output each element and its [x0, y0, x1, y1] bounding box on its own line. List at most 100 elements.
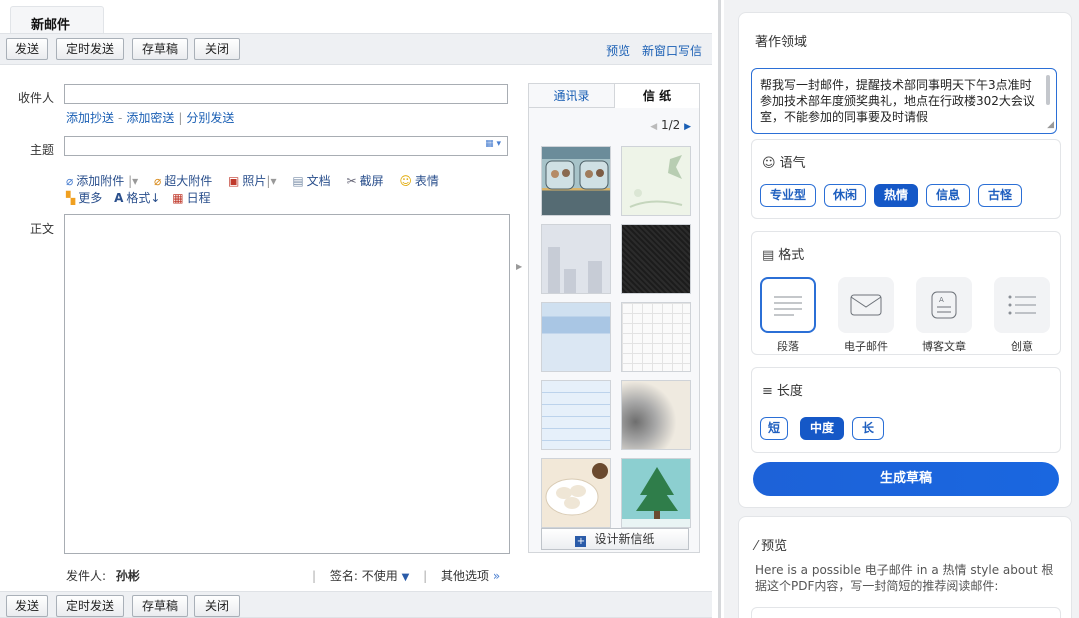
tone-chip-quirky[interactable]: 古怪	[978, 184, 1022, 207]
tone-chip-informational[interactable]: 信息	[926, 184, 970, 207]
length-chip-long[interactable]: 长	[852, 417, 884, 440]
format-label-blog: 博客文章	[922, 340, 966, 353]
scheduled-send-button[interactable]: 定时发送	[56, 38, 124, 60]
save-draft-button[interactable]: 存草稿	[132, 38, 188, 60]
generate-draft-button[interactable]: 生成草稿	[753, 462, 1059, 496]
signature-select[interactable]: 不使用	[362, 569, 398, 583]
cc-links: 添加抄送 - 添加密送 | 分别发送	[66, 111, 235, 125]
new-mail-tab[interactable]: 新邮件	[10, 6, 104, 34]
tone-chip-professional[interactable]: 专业型	[760, 184, 816, 207]
stationery-thumb-city[interactable]	[541, 224, 611, 294]
more-button[interactable]: ▚ 更多	[66, 189, 102, 206]
bird-branch-icon	[629, 155, 683, 208]
add-attachment-button[interactable]: ⌀ 添加附件 |▾	[66, 172, 138, 189]
stationery-thumb-dark[interactable]	[621, 224, 691, 294]
stationery-thumb-lines[interactable]	[541, 380, 611, 450]
format-email-option[interactable]	[838, 277, 894, 333]
stationery-thumb-tree[interactable]	[621, 458, 691, 528]
format-button[interactable]: A 格式↓	[114, 189, 160, 206]
scissors-icon: ✂	[346, 174, 357, 188]
emoji-button[interactable]: ☺ 表情	[399, 172, 439, 189]
collapse-panel-icon[interactable]: ▶	[516, 262, 522, 271]
tab-contacts[interactable]: 通讯录	[529, 84, 614, 108]
format-blog-option[interactable]: A	[916, 277, 972, 333]
stationery-panel: 通讯录 信 纸 ◀ 1/2 ▶ + 设计新信纸	[528, 83, 700, 553]
recipient-input[interactable]	[64, 84, 508, 104]
next-page-icon[interactable]: ▶	[684, 122, 691, 132]
subject-options-icon[interactable]: ▦ ▾	[485, 139, 501, 149]
chevron-double-down-icon[interactable]: »	[493, 569, 500, 583]
document-button[interactable]: ▤ 文档	[292, 172, 330, 189]
screenshot-button[interactable]: ✂ 截屏	[347, 172, 384, 189]
separate-send-link[interactable]: 分别发送	[186, 111, 234, 125]
calendar-icon: ▦	[172, 191, 184, 205]
recipient-label: 收件人	[17, 91, 54, 105]
panel-divider[interactable]	[718, 0, 721, 618]
attachment-toolbar: ⌀ 添加附件 |▾ ⌀ 超大附件 ▣ 照片|▾ ▤ 文档 ✂ 截屏 ☺ 表情	[66, 172, 451, 189]
add-cc-link[interactable]: 添加抄送	[66, 111, 114, 125]
city-skyline-icon	[548, 247, 602, 293]
christmas-tree-icon	[622, 467, 690, 527]
stationery-thumb-grid[interactable]	[621, 302, 691, 372]
schedule-button[interactable]: ▦ 日程	[172, 189, 210, 206]
large-attachment-button[interactable]: ⌀ 超大附件	[154, 172, 212, 189]
format-list-icon: ▤	[762, 248, 775, 263]
add-bcc-link[interactable]: 添加密送	[126, 111, 174, 125]
format-label-creative: 创意	[1011, 340, 1033, 353]
scheduled-send-button-bottom[interactable]: 定时发送	[56, 595, 124, 617]
close-button[interactable]: 关闭	[194, 38, 240, 60]
photo-button[interactable]: ▣ 照片|▾	[228, 172, 276, 189]
stationery-thumb-train[interactable]	[541, 146, 611, 216]
sender-label: 发件人:	[66, 569, 107, 583]
sender-row: 发件人: 孙彬	[66, 567, 140, 584]
subject-input[interactable]: ▦ ▾	[64, 136, 508, 156]
stationery-thumb-bird[interactable]	[621, 146, 691, 216]
prev-page-icon[interactable]: ◀	[650, 122, 657, 132]
signature-dropdown-icon[interactable]: ▼	[402, 572, 410, 583]
textarea-scrollbar[interactable]	[1046, 75, 1050, 105]
format-section: ▤ 格式 A 段落 电子邮件 博客文章 创意	[751, 231, 1061, 355]
photo-icon: ▣	[228, 174, 240, 188]
signature-label: 签名:	[329, 569, 358, 583]
preview-link[interactable]: 预览	[606, 44, 630, 58]
tone-chip-casual[interactable]: 休闲	[824, 184, 866, 207]
signature-row: | 签名: 不使用 ▼ | 其他选项 »	[312, 569, 501, 583]
send-button-bottom[interactable]: 发送	[6, 595, 48, 617]
paperclip-icon: ⌀	[66, 174, 74, 188]
length-chip-short[interactable]: 短	[760, 417, 788, 440]
body-editor[interactable]	[64, 214, 510, 554]
format-creative-option[interactable]	[994, 277, 1050, 333]
text-format-icon: A	[114, 191, 124, 205]
speech-face-icon: ☺	[762, 156, 776, 171]
smiley-icon: ☺	[399, 174, 412, 188]
body-label: 正文	[29, 222, 54, 236]
preview-card: ⁄ 预览 Here is a possible 电子邮件 in a 热情 styl…	[738, 516, 1072, 618]
bottom-toolbar: 发送 定时发送 存草稿 关闭	[0, 591, 712, 618]
close-button-bottom[interactable]: 关闭	[194, 595, 240, 617]
tab-stationery[interactable]: 信 纸	[614, 84, 699, 108]
stationery-thumb-mountains[interactable]	[541, 302, 611, 372]
sender-name[interactable]: 孙彬	[116, 569, 140, 583]
train-passengers-icon	[545, 160, 609, 190]
subject-label: 主题	[29, 143, 54, 157]
length-title: ≡ 长度	[762, 384, 803, 399]
tone-chip-enthusiastic[interactable]: 热情	[874, 184, 918, 207]
resize-handle-icon[interactable]: ◢	[1047, 117, 1054, 133]
length-chip-medium[interactable]: 中度	[800, 417, 844, 440]
other-options-link[interactable]: 其他选项	[441, 569, 489, 583]
format-paragraph-option[interactable]	[760, 277, 816, 333]
ai-writer-panel: 著作领域 帮我写一封邮件，提醒技术部同事明天下午3点准时参加技术部年度颁奖典礼，…	[724, 0, 1079, 618]
new-window-link[interactable]: 新窗口写信	[642, 44, 702, 58]
stationery-thumb-ink[interactable]	[621, 380, 691, 450]
save-draft-button-bottom[interactable]: 存草稿	[132, 595, 188, 617]
attachment-toolbar-2: ▚ 更多 A 格式↓ ▦ 日程	[66, 189, 223, 206]
send-button[interactable]: 发送	[6, 38, 48, 60]
topic-textarea[interactable]: 帮我写一封邮件，提醒技术部同事明天下午3点准时参加技术部年度颁奖典礼，地点在行政…	[751, 68, 1057, 134]
design-stationery-button[interactable]: + 设计新信纸	[541, 528, 689, 550]
grid-icon: ▚	[66, 191, 76, 205]
stationery-thumb-food[interactable]	[541, 458, 611, 528]
top-toolbar: 发送 定时发送 存草稿 关闭 预览 新窗口写信	[0, 33, 712, 65]
tone-section: ☺ 语气 专业型 休闲 热情 信息 古怪	[751, 139, 1061, 219]
tone-title: ☺ 语气	[762, 156, 806, 171]
compose-card: 著作领域 帮我写一封邮件，提醒技术部同事明天下午3点准时参加技术部年度颁奖典礼，…	[738, 12, 1072, 508]
